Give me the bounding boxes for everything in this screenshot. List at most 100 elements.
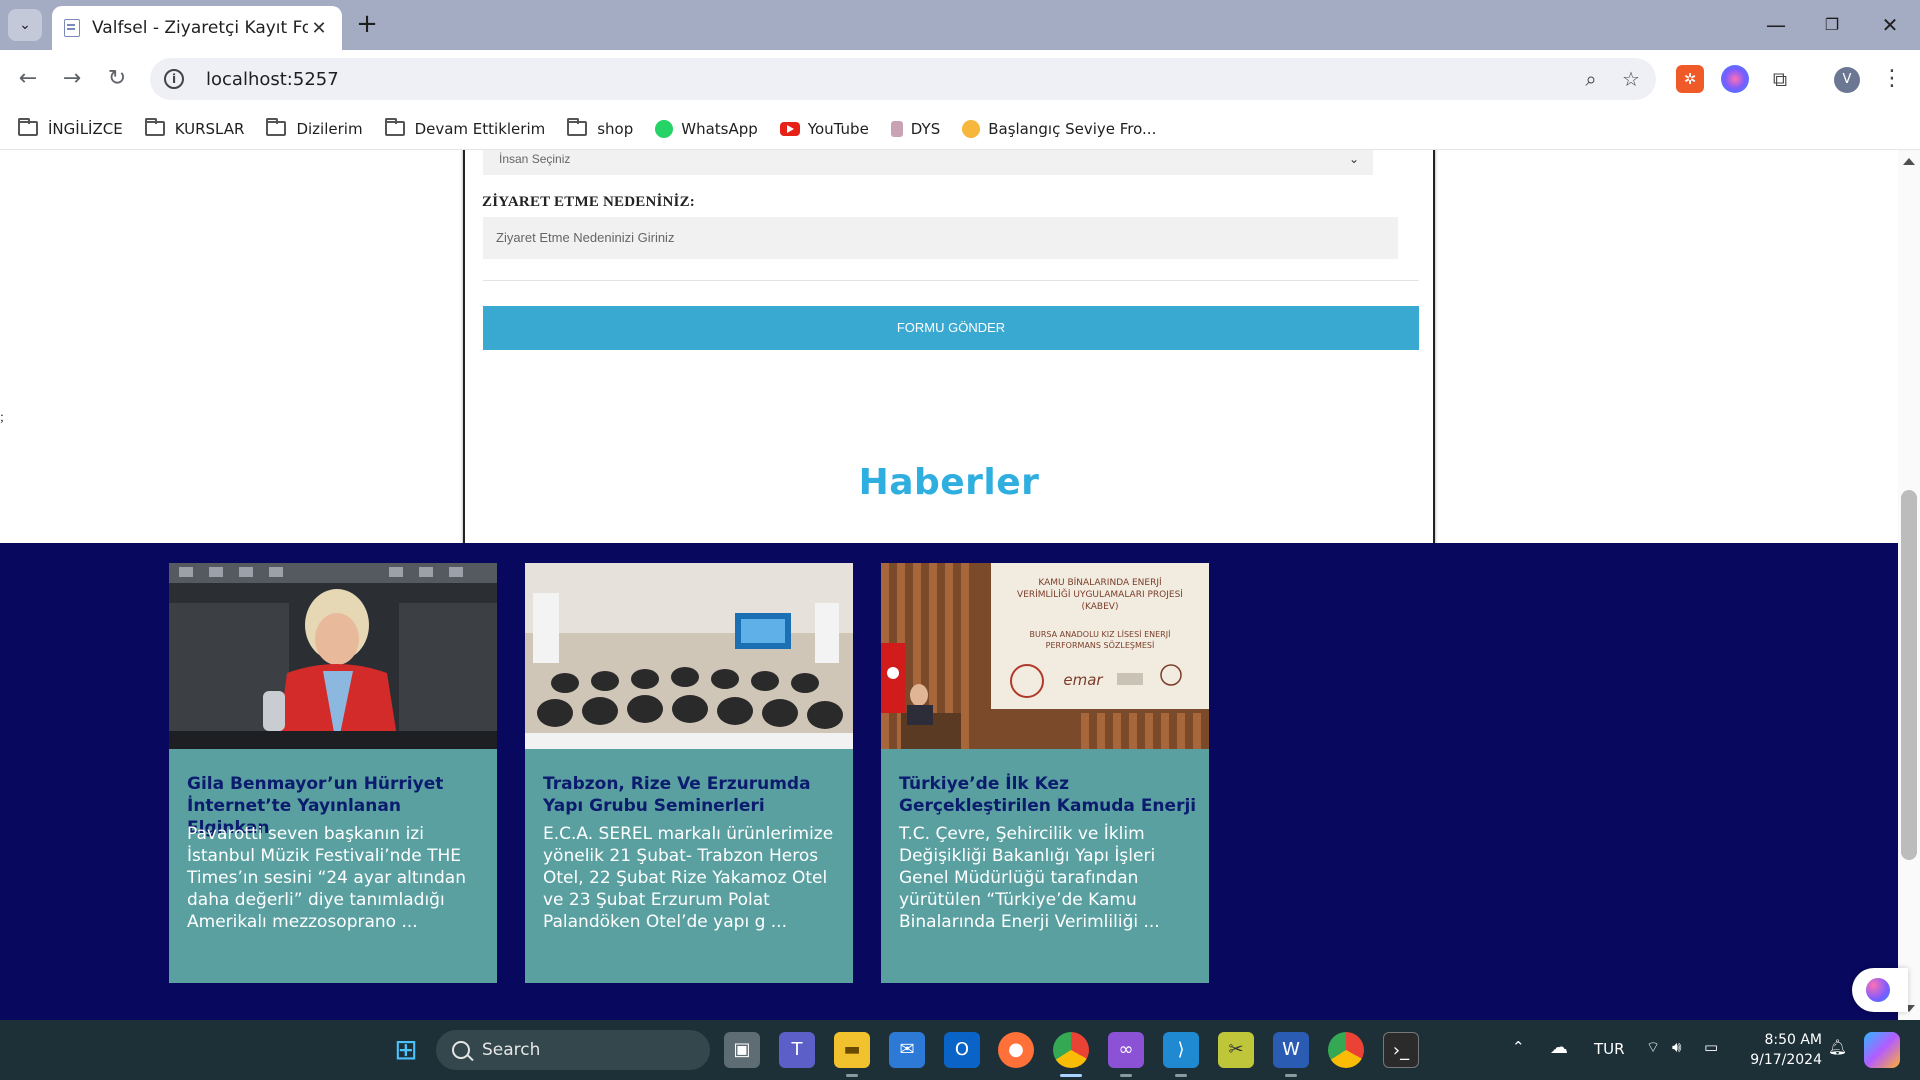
news-card[interactable]: KAMU BİNALARINDA ENERJİ VERİMLİLİĞİ UYGU…: [881, 563, 1209, 983]
profile-avatar[interactable]: V: [1834, 67, 1860, 93]
reason-input[interactable]: Ziyaret Etme Nedeninizi Giriniz: [483, 217, 1398, 259]
mail-icon[interactable]: ✉: [889, 1032, 925, 1068]
news-heading: Haberler: [858, 462, 1040, 503]
url-text[interactable]: localhost:5257: [206, 69, 1576, 90]
windows-start-icon[interactable]: ⊞: [388, 1032, 424, 1068]
news-section: Gila Benmayor’un Hürriyet İnternet’te Ya…: [0, 543, 1898, 1020]
banner-line-3: (KABEV): [1082, 602, 1119, 612]
news-image[interactable]: [169, 563, 497, 749]
new-tab-button[interactable]: +: [352, 10, 382, 40]
close-window-icon[interactable]: ✕: [1864, 8, 1916, 42]
scroll-thumb[interactable]: [1901, 490, 1917, 860]
running-indicator: [1120, 1074, 1132, 1077]
news-card[interactable]: Gila Benmayor’un Hürriyet İnternet’te Ya…: [169, 563, 497, 983]
extensions-puzzle-icon[interactable]: ⧉: [1766, 65, 1794, 93]
bookmark-dys[interactable]: DYS: [890, 119, 941, 138]
volume-icon[interactable]: 🔊︎: [1672, 1038, 1681, 1056]
minimize-icon[interactable]: —: [1750, 8, 1802, 42]
battery-icon[interactable]: ▭: [1704, 1038, 1718, 1056]
person-select[interactable]: İnsan Seçiniz ⌄: [483, 150, 1373, 175]
banner-line-2: VERİMLİLİĞİ UYGULAMALARI PROJESİ: [1017, 588, 1183, 600]
news-excerpt: Pavarotti seven başkanın izi İstanbul Mü…: [187, 824, 466, 932]
outlook-icon[interactable]: O: [944, 1032, 980, 1068]
file-explorer-icon[interactable]: ▬: [834, 1032, 870, 1068]
task-view-icon[interactable]: ▣: [724, 1032, 760, 1068]
bookmark-youtube[interactable]: YouTube: [779, 120, 869, 138]
tab-search-button[interactable]: ⌄: [8, 9, 42, 41]
scroll-up-icon[interactable]: [1903, 158, 1915, 165]
form-divider: [483, 280, 1419, 281]
clock-time: 8:50 AM: [1764, 1032, 1822, 1048]
address-bar[interactable]: i localhost:5257 ⌕ ☆: [150, 58, 1656, 100]
reload-icon[interactable]: ↻: [101, 63, 133, 95]
bookmark-whatsapp[interactable]: WhatsApp: [655, 119, 758, 138]
taskbar-search[interactable]: Search: [436, 1030, 710, 1070]
close-tab-icon[interactable]: ✕: [308, 18, 330, 39]
bookmark-baslangic[interactable]: Başlangıç Seviye Fro...: [962, 119, 1157, 138]
bookmark-shop[interactable]: shop: [567, 118, 633, 138]
news-title[interactable]: Trabzon, Rize Ve Erzurumda Yapı Grubu Se…: [543, 773, 843, 817]
extension-orange-icon[interactable]: ✲: [1676, 65, 1704, 93]
onedrive-icon[interactable]: ☁: [1550, 1037, 1568, 1058]
browser-toolbar: ← → ↻ i localhost:5257 ⌕ ☆ ✲ ⧉ V ⋮: [0, 50, 1920, 108]
running-indicator: [846, 1074, 858, 1077]
wifi-icon[interactable]: ⌔: [1646, 1038, 1660, 1057]
terminal-icon[interactable]: ›_: [1383, 1032, 1419, 1068]
site-info-icon[interactable]: i: [164, 69, 184, 89]
news-title[interactable]: Türkiye’de İlk Kez Gerçekleştirilen Kamu…: [899, 773, 1199, 817]
browser-menu-icon[interactable]: ⋮: [1880, 63, 1904, 95]
ai-assistant-button[interactable]: [1852, 968, 1908, 1012]
notification-bell-icon[interactable]: 🔔︎: [1828, 1038, 1847, 1056]
word-icon[interactable]: W: [1273, 1032, 1309, 1068]
bookmark-label: İNGİLİZCE: [48, 119, 123, 138]
snipping-tool-icon[interactable]: ✂: [1218, 1032, 1254, 1068]
news-image[interactable]: [525, 563, 853, 749]
zoom-icon[interactable]: ⌕: [1576, 64, 1606, 94]
bookmark-label: Dizilerim: [296, 119, 363, 138]
bookmark-label: DYS: [910, 119, 941, 138]
vscode-icon[interactable]: ⟩: [1163, 1032, 1199, 1068]
bookmark-star-icon[interactable]: ☆: [1616, 64, 1646, 94]
news-excerpt: E.C.A. SEREL markalı ürünlerimize yöneli…: [543, 824, 834, 932]
clock-date: 9/17/2024: [1750, 1052, 1822, 1068]
whatsapp-icon: [655, 119, 674, 138]
page-scrollbar[interactable]: [1898, 150, 1920, 1020]
copilot-icon[interactable]: [1864, 1032, 1900, 1068]
forward-icon[interactable]: →: [56, 63, 88, 95]
teams-icon[interactable]: T: [779, 1032, 815, 1068]
chrome-profile-icon[interactable]: [1328, 1032, 1364, 1068]
bookmark-devam-ettiklerim[interactable]: Devam Ettiklerim: [384, 118, 546, 138]
visual-studio-icon[interactable]: ∞: [1108, 1032, 1144, 1068]
language-indicator[interactable]: TUR: [1594, 1040, 1625, 1058]
chevron-down-icon: ⌄: [19, 17, 31, 33]
browser-tab[interactable]: Valfsel - Ziyaretçi Kayıt Formu ✕: [52, 6, 342, 50]
stray-text: ;: [0, 410, 4, 425]
news-image[interactable]: KAMU BİNALARINDA ENERJİ VERİMLİLİĞİ UYGU…: [881, 563, 1209, 749]
chrome-icon[interactable]: [1053, 1032, 1089, 1068]
reason-label: ZİYARET ETME NEDENİNİZ:: [482, 194, 695, 210]
back-icon[interactable]: ←: [12, 63, 44, 95]
tray-overflow-icon[interactable]: ⌃: [1512, 1038, 1525, 1056]
restore-icon[interactable]: ❐: [1806, 8, 1858, 42]
bookmark-dizilerim[interactable]: Dizilerim: [266, 118, 363, 138]
bookmark-label: Devam Ettiklerim: [414, 119, 546, 138]
banner-line-5: PERFORMANS SÖZLEŞMESİ: [1046, 640, 1155, 650]
taskbar-search-label: Search: [482, 1040, 541, 1060]
running-indicator: [1175, 1074, 1187, 1077]
bookmark-label: KURSLAR: [174, 119, 245, 138]
dys-icon: [890, 120, 903, 137]
news-excerpt: T.C. Çevre, Şehircilik ve İklim Değişikl…: [899, 824, 1160, 932]
person-select-placeholder: İnsan Seçiniz: [499, 152, 571, 166]
youtube-icon: [779, 121, 800, 136]
bookmark-ingilizce[interactable]: İNGİLİZCE: [18, 118, 123, 138]
news-card[interactable]: Trabzon, Rize Ve Erzurumda Yapı Grubu Se…: [525, 563, 853, 983]
extension-ai-icon[interactable]: [1721, 65, 1749, 93]
bookmarks-bar: İNGİLİZCE KURSLAR Dizilerim Devam Ettikl…: [0, 108, 1920, 150]
bookmark-label: Başlangıç Seviye Fro...: [988, 119, 1157, 138]
taskbar-clock[interactable]: 8:50 AM 9/17/2024: [1726, 1030, 1822, 1070]
banner-line-1: KAMU BİNALARINDA ENERJİ: [1038, 577, 1161, 588]
folder-icon: [266, 118, 287, 136]
bookmark-kurslar[interactable]: KURSLAR: [144, 118, 245, 138]
submit-button[interactable]: FORMU GÖNDER: [483, 306, 1419, 350]
firefox-icon[interactable]: ●: [998, 1032, 1034, 1068]
